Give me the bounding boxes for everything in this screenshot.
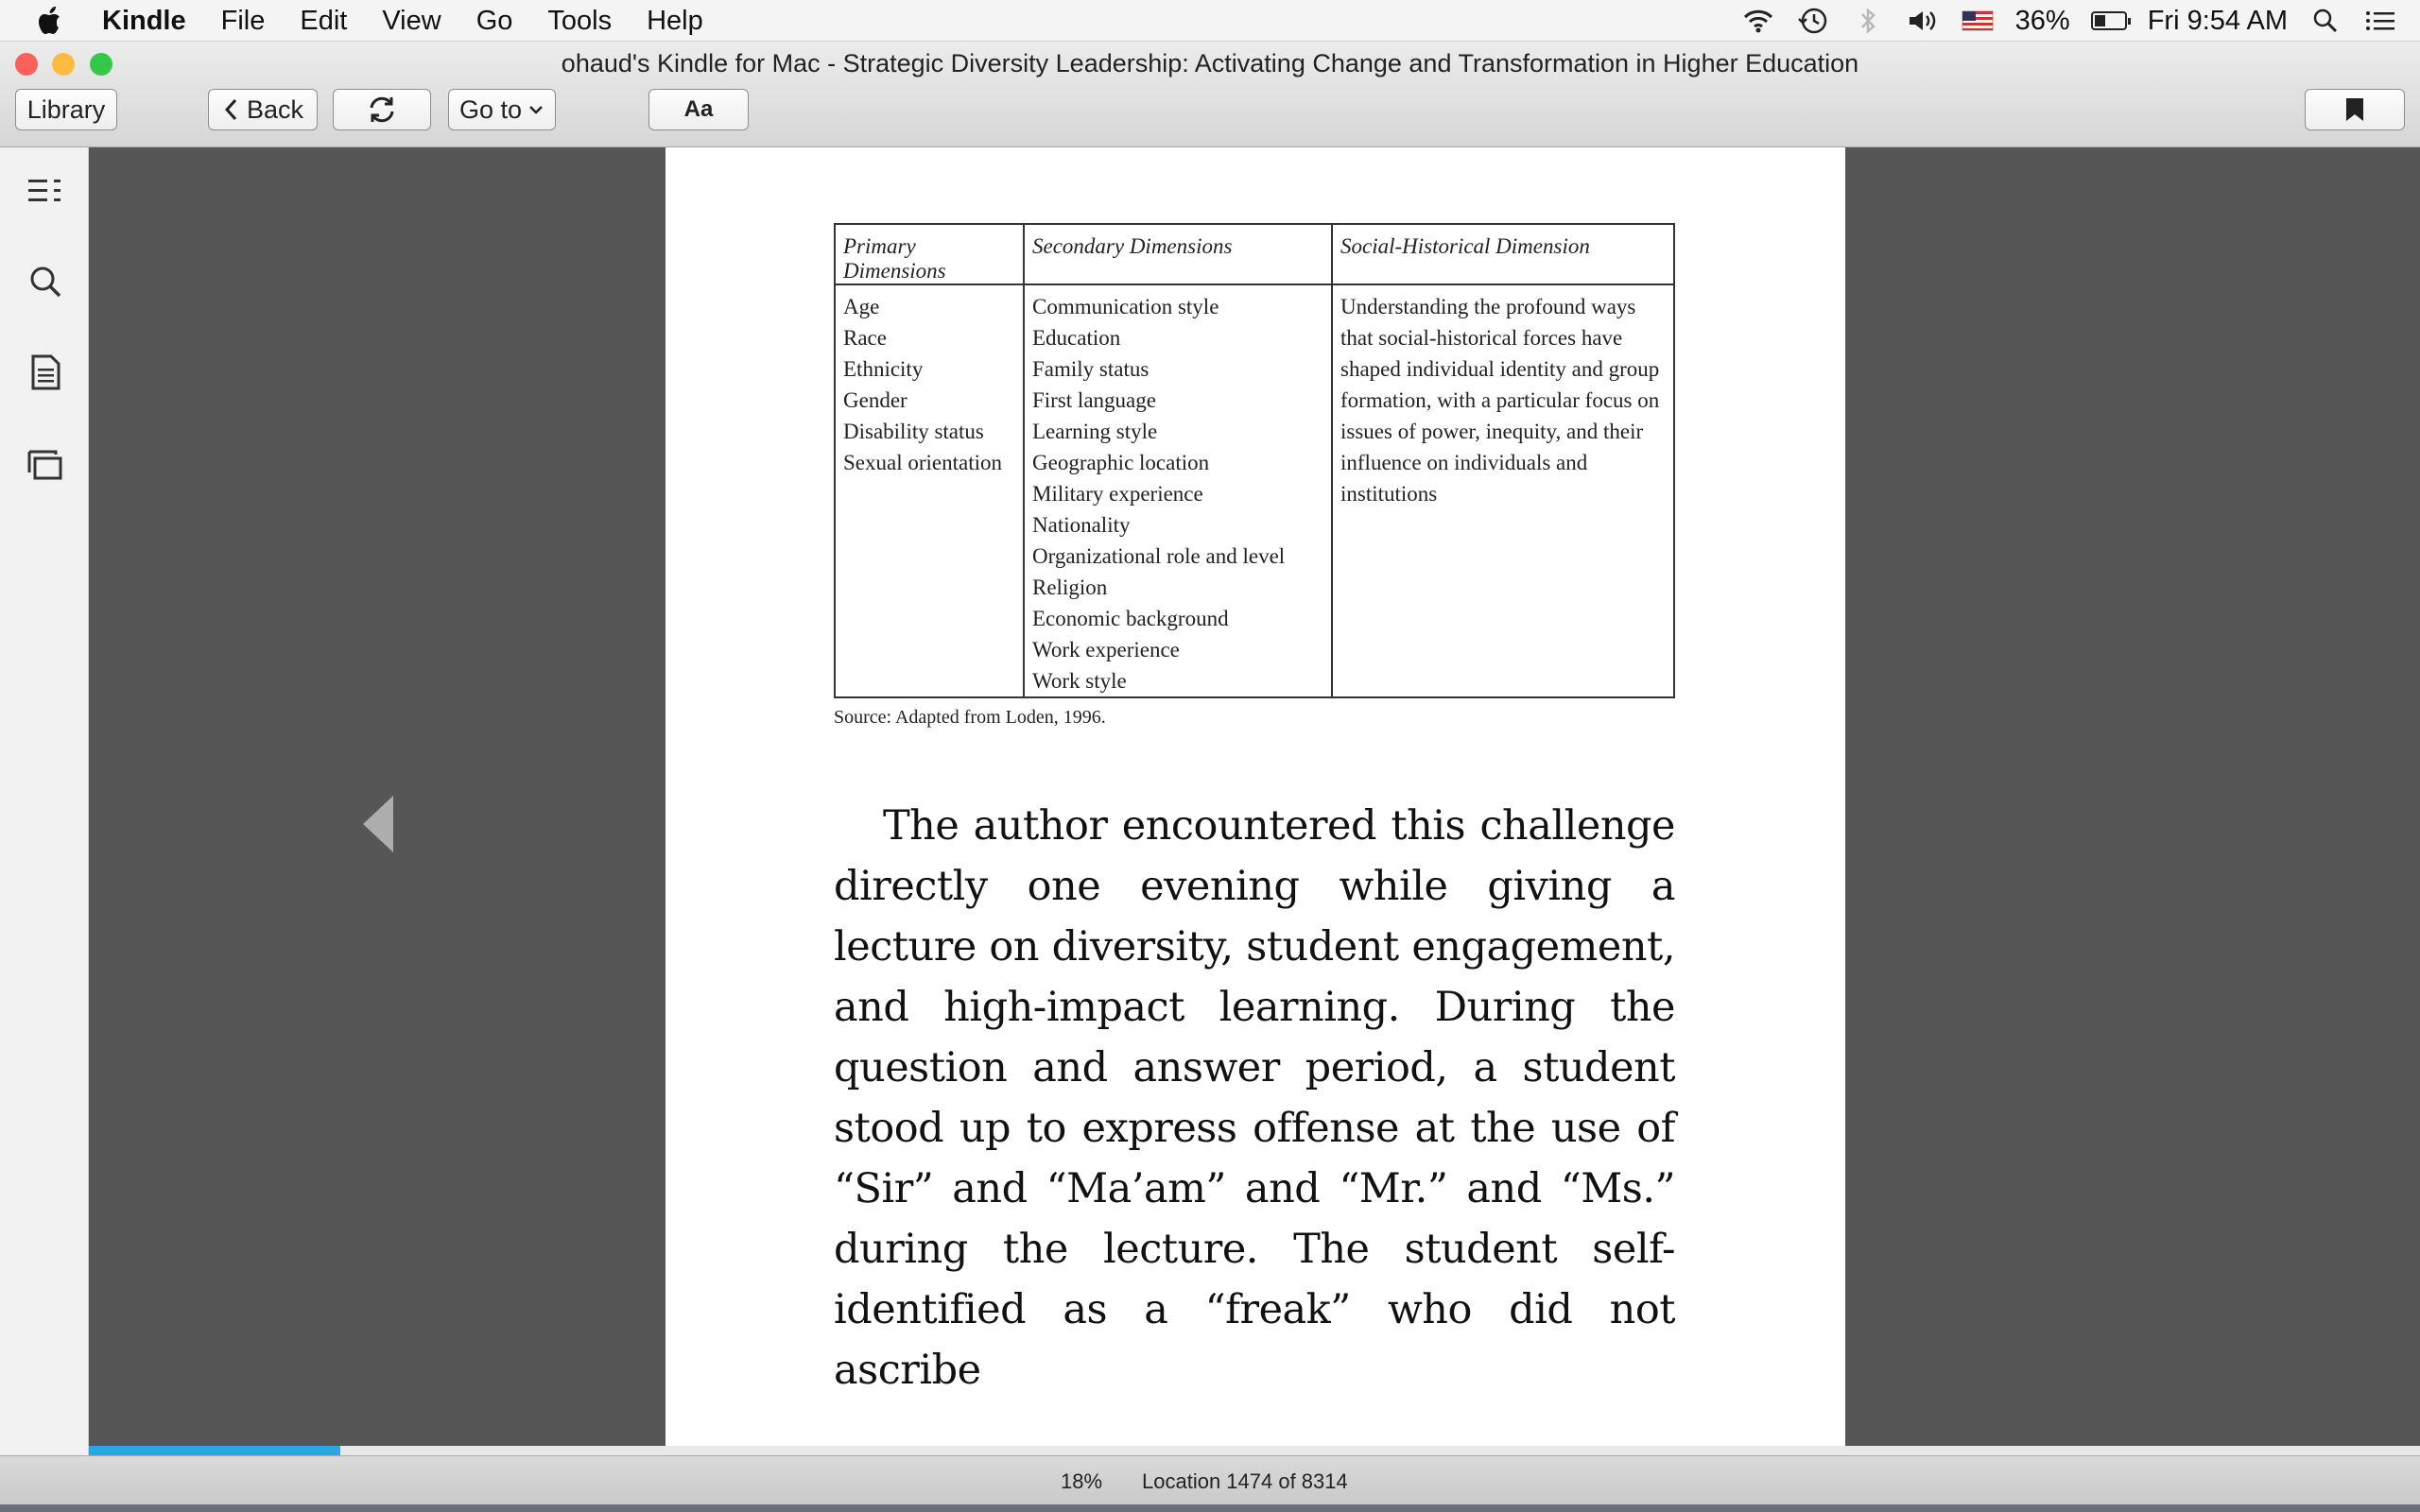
menu-tools[interactable]: Tools — [547, 6, 612, 37]
battery-tip — [2127, 18, 2131, 25]
primary-dimensions-cell: Age Race Ethnicity Gender Disability status S… — [834, 284, 1025, 698]
font-settings-button[interactable]: Aa — [648, 89, 749, 130]
menu-view[interactable]: View — [382, 6, 441, 37]
menu-go[interactable]: Go — [476, 6, 513, 37]
primary-dimensions-list: Age Race Ethnicity Gender Disability status S… — [843, 291, 1015, 478]
notes-icon[interactable] — [26, 353, 64, 391]
battery-level-fill — [2094, 15, 2105, 26]
list-item: Family status — [1032, 357, 1150, 381]
list-item: Age — [843, 295, 880, 318]
list-item: Gender — [843, 388, 908, 412]
menu-kindle[interactable]: Kindle — [102, 6, 186, 37]
font-settings-label: Aa — [683, 96, 714, 122]
table-header: Social-Historical Dimension — [1331, 223, 1675, 285]
goto-dropdown[interactable]: Go to — [448, 89, 556, 130]
list-item: Organizational role and level — [1032, 544, 1286, 568]
goto-dropdown-label: Go to — [458, 94, 523, 124]
notification-center-icon[interactable] — [2363, 6, 2397, 36]
menu-bar: Kindle File Edit View Go Tools Help 36% … — [0, 0, 2420, 42]
back-button[interactable]: Back — [208, 89, 318, 130]
us-flag-icon[interactable] — [1961, 6, 1995, 36]
volume-icon[interactable] — [1906, 6, 1940, 36]
list-item: Work experience — [1032, 638, 1180, 662]
bluetooth-icon[interactable] — [1851, 6, 1885, 36]
apple-icon[interactable] — [36, 6, 64, 36]
bookmark-icon — [2346, 98, 2363, 121]
library-button[interactable]: Library — [15, 89, 117, 130]
library-button-label: Library — [26, 94, 106, 124]
list-item: Religion — [1032, 576, 1108, 599]
list-item: Geographic location — [1032, 451, 1210, 474]
left-sidebar — [0, 147, 89, 1455]
spotlight-icon[interactable] — [2308, 6, 2342, 36]
wifi-icon[interactable] — [1741, 6, 1775, 36]
sync-icon — [370, 96, 394, 123]
battery-icon[interactable] — [2090, 11, 2131, 30]
diversity-dimensions-table: Primary Dimensions Secondary Dimensions … — [834, 223, 1675, 698]
flashcards-icon[interactable] — [26, 446, 64, 484]
social-historical-cell: Understanding the profound ways that soc… — [1331, 284, 1675, 698]
menu-file[interactable]: File — [221, 6, 266, 37]
list-item: Education — [1032, 326, 1121, 350]
list-item: Nationality — [1032, 513, 1131, 537]
menu-help[interactable]: Help — [647, 6, 703, 37]
list-item: Economic background — [1032, 607, 1229, 630]
reading-progress-fill — [89, 1446, 341, 1455]
progress-percent: 18% — [1061, 1469, 1103, 1493]
menu-edit[interactable]: Edit — [300, 6, 347, 37]
table-header: Secondary Dimensions — [1023, 223, 1333, 285]
sync-button[interactable] — [333, 89, 431, 130]
status-bar: 18% Location 1474 of 8314 — [0, 1455, 2420, 1504]
social-historical-text: Understanding the profound ways that soc… — [1340, 295, 1660, 506]
list-item: Communication style — [1032, 295, 1219, 318]
body-paragraph[interactable]: The author encountered this challenge di… — [834, 796, 1676, 1400]
window-title: ohaud's Kindle for Mac - Strategic Diver… — [561, 49, 1859, 77]
reading-progress-bar[interactable] — [89, 1446, 2420, 1455]
table-row: Age Race Ethnicity Gender Disability status S… — [834, 284, 1675, 698]
secondary-dimensions-list: Communication style Education Family statu… — [1032, 291, 1323, 696]
location-indicator[interactable]: Location 1474 of 8314 — [1142, 1469, 1348, 1494]
list-item: Race — [843, 326, 887, 350]
desktop-background — [0, 1504, 2420, 1512]
menubar-clock[interactable]: Fri 9:54 AM — [2148, 6, 2288, 37]
bookmark-button[interactable] — [2305, 89, 2405, 130]
list-item: Sexual orientation — [843, 451, 1002, 474]
list-item: Disability status — [843, 420, 984, 443]
back-button-label: Back — [246, 94, 304, 124]
list-item: Learning style — [1032, 420, 1158, 443]
time-machine-icon[interactable] — [1796, 6, 1830, 36]
list-item: First language — [1032, 388, 1156, 412]
secondary-dimensions-cell: Communication style Education Family statu… — [1023, 284, 1333, 698]
table-header: Primary Dimensions — [834, 223, 1025, 285]
previous-page-icon[interactable] — [363, 796, 393, 852]
list-item: Work style — [1032, 669, 1127, 693]
table-source-note: Source: Adapted from Loden, 1996. — [834, 707, 1106, 728]
list-item: Ethnicity — [843, 357, 924, 381]
chevron-left-icon — [224, 98, 237, 121]
search-icon[interactable] — [26, 263, 64, 301]
list-item: Military experience — [1032, 482, 1203, 506]
table-of-contents-icon[interactable] — [26, 172, 64, 210]
table-header-row: Primary Dimensions Secondary Dimensions … — [834, 223, 1675, 285]
chevron-down-icon — [529, 106, 543, 114]
battery-percent: 36% — [2014, 5, 2070, 36]
